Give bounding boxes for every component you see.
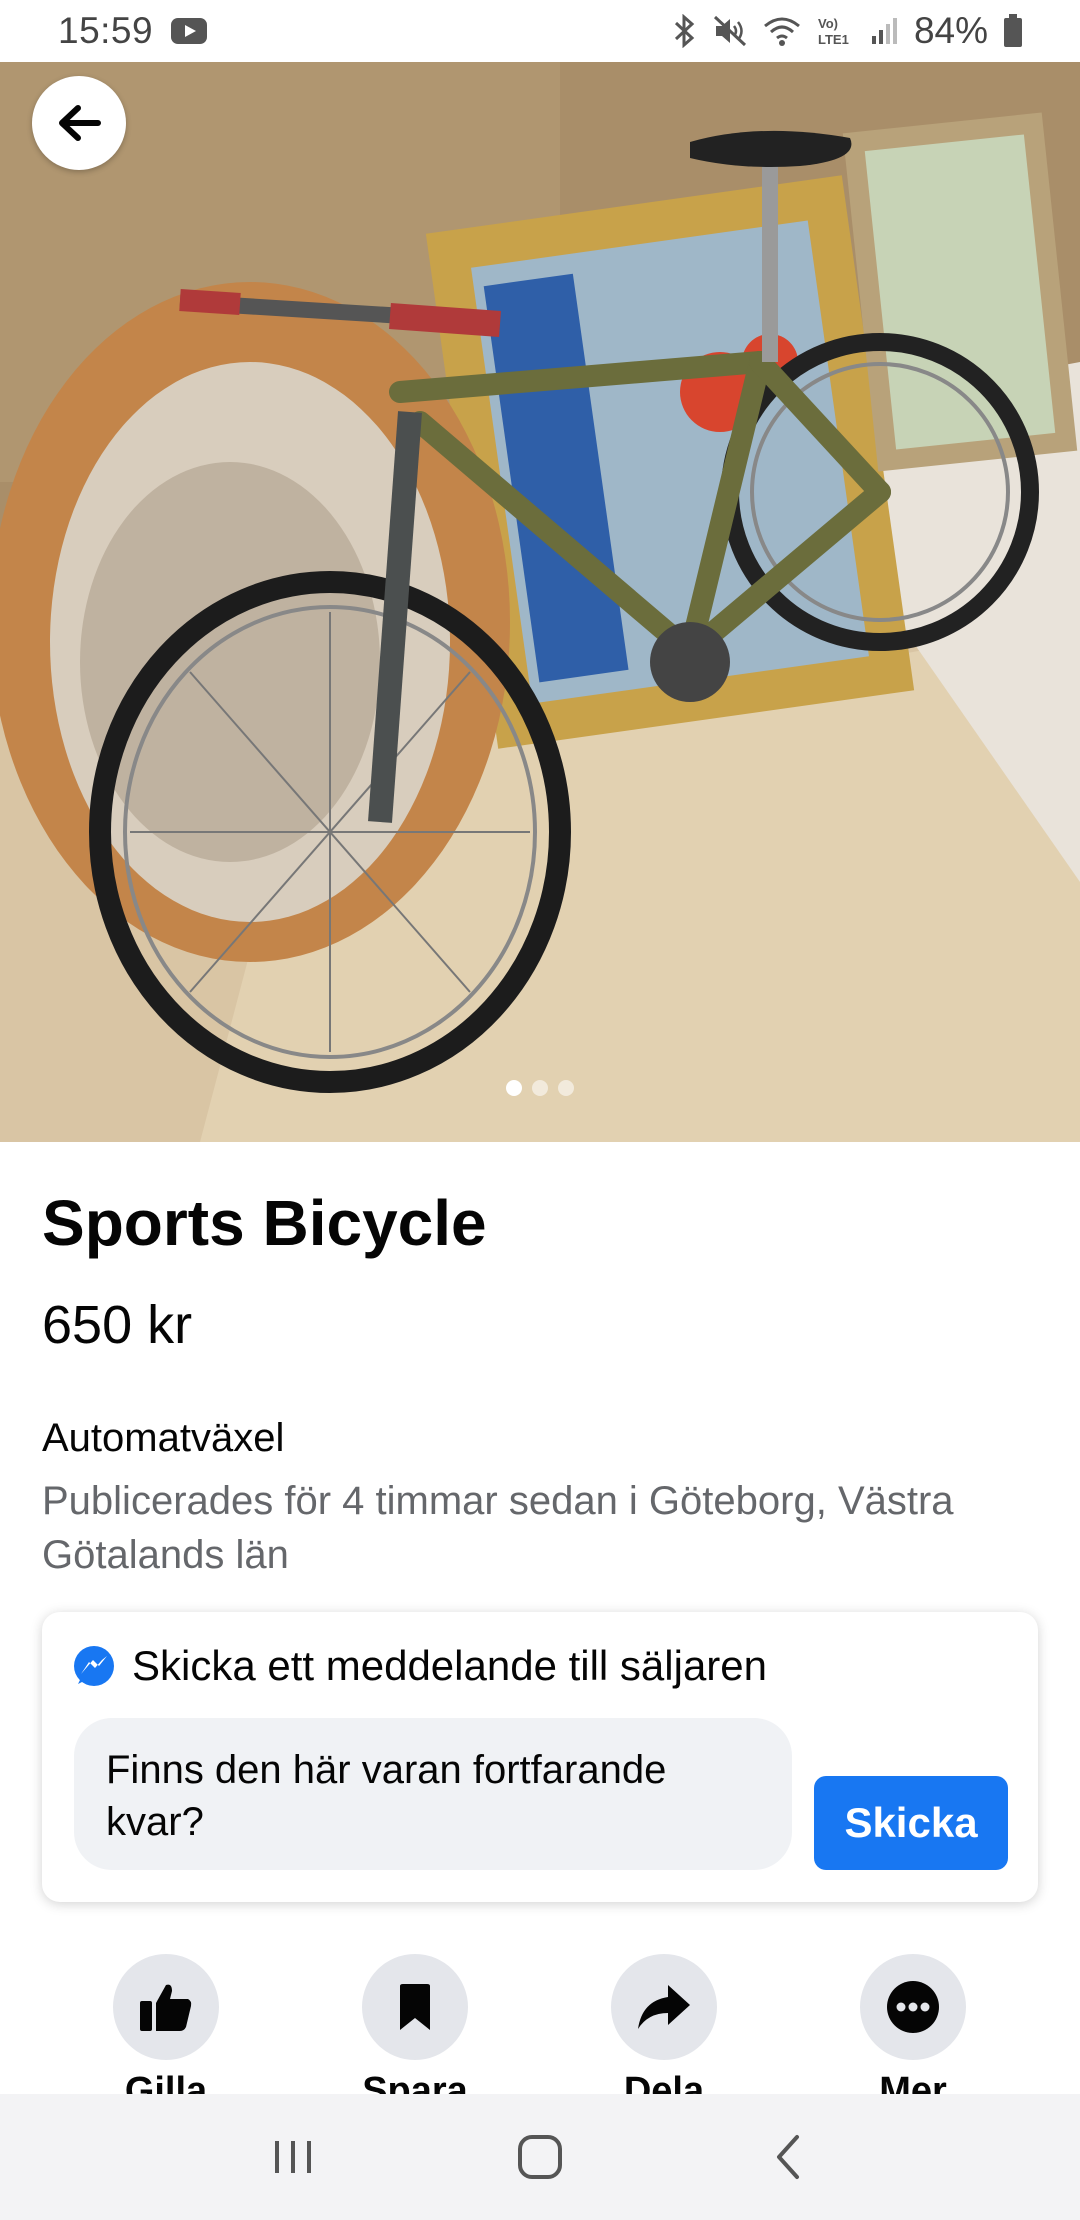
message-seller-card: Skicka ett meddelande till säljaren Finn… xyxy=(42,1612,1038,1902)
bookmark-icon xyxy=(400,1984,430,2030)
save-label: Spara xyxy=(362,2070,468,2094)
network-label: LTE1 xyxy=(818,32,849,47)
card-title: Skicka ett meddelande till säljaren xyxy=(132,1642,768,1689)
arrow-left-icon xyxy=(59,105,101,141)
more-dots-icon xyxy=(887,1981,939,2033)
action-row: Gilla Spara Dela Mer xyxy=(0,1954,1080,2094)
share-button[interactable]: Dela xyxy=(564,1954,764,2094)
listing-posted-info: Publicerades för 4 timmar sedan i Götebo… xyxy=(42,1479,954,1577)
status-bar: 15:59 Vo) LTE1 84% xyxy=(0,0,1080,62)
battery-percent: 84% xyxy=(913,10,988,51)
status-left: 15:59 xyxy=(58,10,208,52)
message-input[interactable]: Finns den här varan fortfarande kvar? xyxy=(74,1718,792,1870)
bicycle-photo xyxy=(0,62,1080,1142)
status-time: 15:59 xyxy=(58,10,154,51)
listing-subtitle: Automatväxel xyxy=(42,1416,285,1460)
signal-icon xyxy=(871,18,897,44)
bluetooth-icon xyxy=(674,14,695,48)
wifi-icon xyxy=(763,17,800,46)
send-button[interactable]: Skicka xyxy=(814,1776,1008,1870)
listing-price: 650 kr xyxy=(42,1295,193,1355)
volte-label: Vo) xyxy=(818,16,838,31)
mute-icon xyxy=(713,15,746,47)
card-header: Skicka ett meddelande till säljaren xyxy=(72,1642,767,1690)
more-button[interactable]: Mer xyxy=(813,1954,1013,2094)
home-icon xyxy=(517,2135,562,2179)
carousel-indicator xyxy=(0,1080,1080,1096)
recent-apps-button[interactable] xyxy=(253,2117,333,2197)
back-button[interactable] xyxy=(32,76,126,170)
save-circle xyxy=(362,1954,468,2060)
system-back-button[interactable] xyxy=(747,2117,827,2197)
save-button[interactable]: Spara xyxy=(315,1954,515,2094)
share-label: Dela xyxy=(623,2070,705,2094)
listing-photo[interactable] xyxy=(0,62,1080,1142)
recent-apps-icon xyxy=(275,2141,312,2173)
like-button[interactable]: Gilla xyxy=(66,1954,266,2094)
home-button[interactable] xyxy=(500,2117,580,2197)
youtube-notification-icon xyxy=(171,18,208,44)
volte-icon: Vo) LTE1 xyxy=(818,16,849,47)
more-label: Mer xyxy=(879,2070,947,2094)
thumbs-up-icon xyxy=(140,1984,192,2031)
carousel-dot-3[interactable] xyxy=(558,1080,574,1096)
battery-icon xyxy=(1004,14,1022,47)
carousel-dot-2[interactable] xyxy=(532,1080,548,1096)
like-label: Gilla xyxy=(124,2070,208,2094)
messenger-icon xyxy=(74,1646,114,1686)
like-circle xyxy=(113,1954,219,2060)
system-nav-bar xyxy=(0,2094,1080,2220)
carousel-dot-1[interactable] xyxy=(506,1080,522,1096)
listing-title: Sports Bicycle xyxy=(42,1187,487,1259)
status-right: Vo) LTE1 84% xyxy=(672,10,1024,52)
share-arrow-icon xyxy=(638,1985,690,2029)
share-circle xyxy=(611,1954,717,2060)
chevron-left-icon xyxy=(776,2135,799,2179)
more-circle xyxy=(860,1954,966,2060)
